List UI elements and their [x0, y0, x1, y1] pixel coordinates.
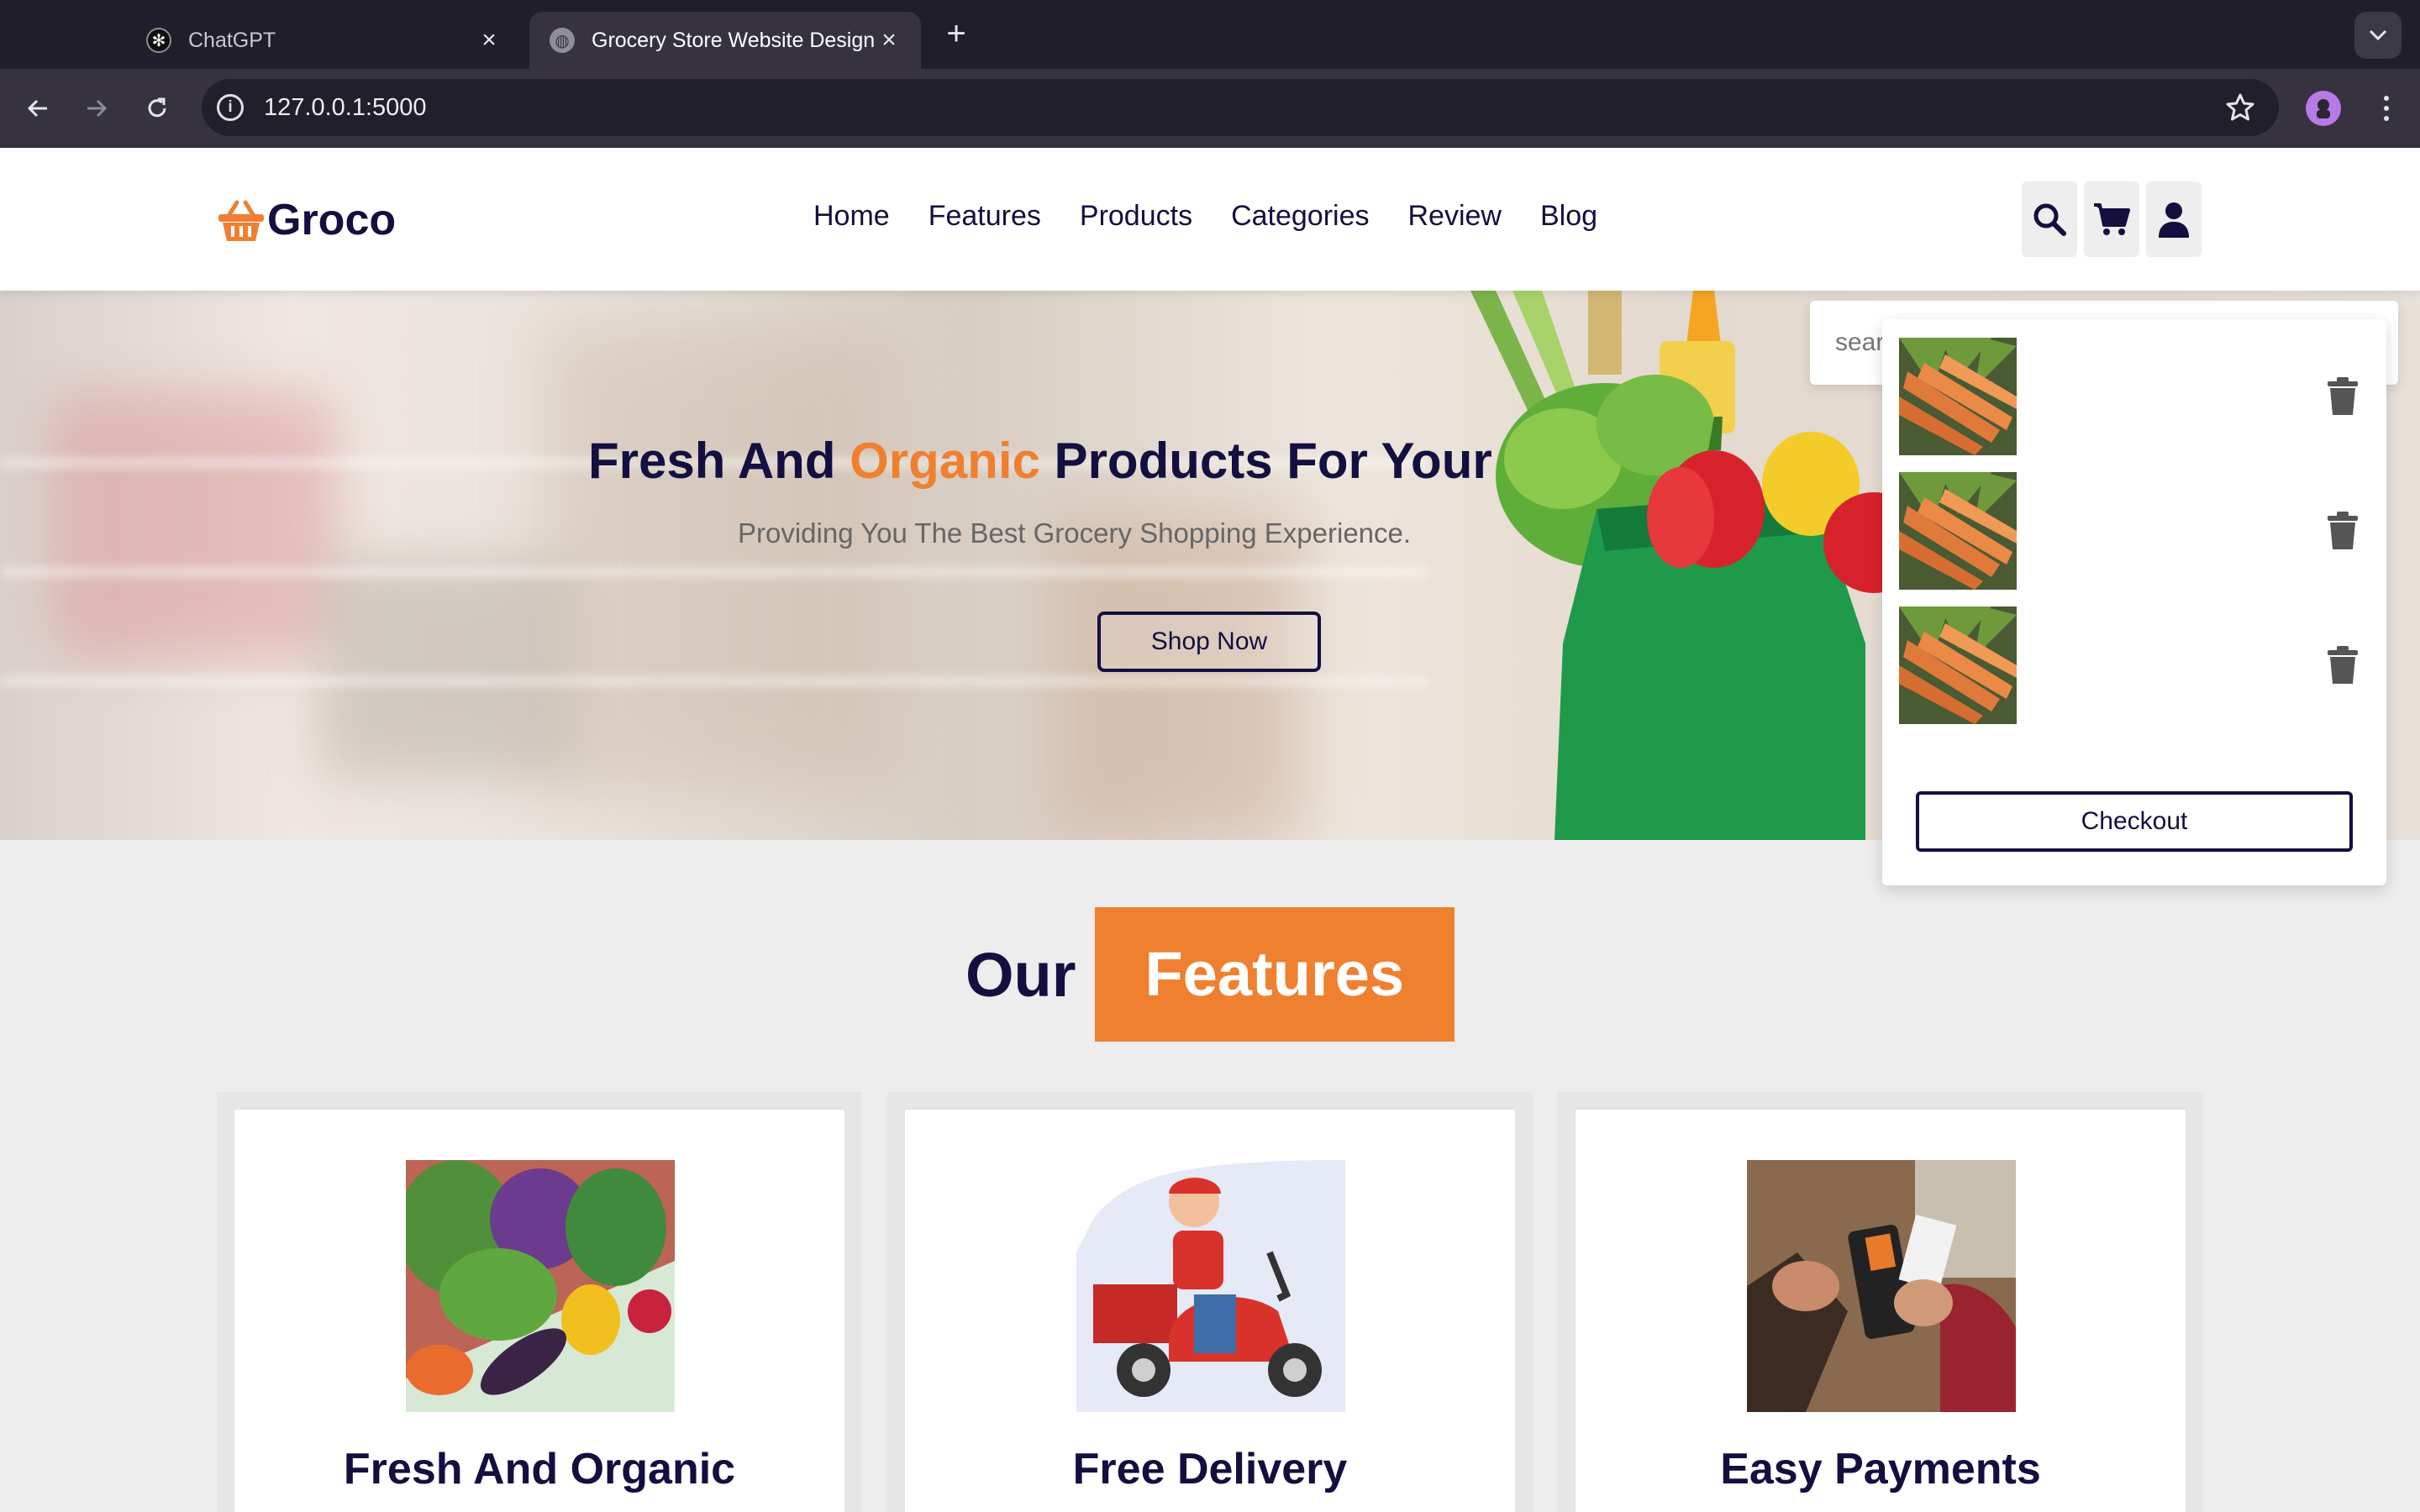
- close-tab-icon[interactable]: ×: [477, 28, 501, 53]
- browser-menu-icon[interactable]: [2370, 89, 2403, 128]
- features-heading-plain: Our: [965, 939, 1076, 1010]
- nav-features[interactable]: Features: [929, 200, 1041, 233]
- search-button[interactable]: [2022, 181, 2077, 257]
- address-bar[interactable]: i 127.0.0.1:5000: [202, 79, 2279, 136]
- scooter-courier-image: [1076, 1160, 1345, 1412]
- cart-item: [1899, 588, 2370, 724]
- features-heading-highlight: Features: [1094, 907, 1455, 1042]
- close-tab-icon[interactable]: ×: [877, 28, 901, 53]
- nav-categories[interactable]: Categories: [1231, 200, 1369, 233]
- site-info-icon[interactable]: i: [217, 94, 244, 121]
- nav-products[interactable]: Products: [1080, 200, 1192, 233]
- main-navigation: Home Features Products Categories Review…: [813, 200, 1597, 233]
- checkout-button[interactable]: Checkout: [1916, 791, 2353, 852]
- bookmark-star-icon[interactable]: [2223, 91, 2257, 124]
- hero-heading-part: Fresh And: [588, 433, 850, 489]
- feature-card-title: Free Delivery: [1072, 1445, 1348, 1494]
- feature-card-fresh: Fresh And Organic: [234, 1109, 845, 1512]
- basket-logo-icon: [218, 200, 264, 241]
- search-icon: [2033, 203, 2066, 236]
- cart-icon: [2094, 203, 2130, 235]
- trash-icon[interactable]: [2326, 511, 2360, 551]
- carrots-image: [1899, 472, 2017, 590]
- feature-card-delivery: Free Delivery: [904, 1109, 1516, 1512]
- feature-card-title: Fresh And Organic: [343, 1445, 736, 1494]
- reload-icon[interactable]: [136, 87, 178, 129]
- carrots-image: [1899, 338, 2017, 455]
- hero-heading: Fresh And Organic Products For Your: [588, 432, 1492, 490]
- features-heading: Our Features: [0, 907, 2420, 1042]
- user-button[interactable]: [2146, 181, 2202, 257]
- new-tab-plus-icon[interactable]: +: [939, 15, 973, 52]
- cart-button[interactable]: [2084, 181, 2139, 257]
- cart-item: [1899, 319, 2370, 455]
- tab-title: Grocery Store Website Design: [592, 28, 876, 52]
- nav-blog[interactable]: Blog: [1540, 200, 1597, 233]
- logo[interactable]: Groco: [217, 195, 396, 245]
- hero-heading-accent: Organic: [850, 433, 1040, 489]
- tab-search-chevron-down-icon[interactable]: [2354, 12, 2402, 59]
- header-actions: [2022, 181, 2202, 257]
- tab-title: ChatGPT: [188, 28, 276, 52]
- browser-toolbar: i 127.0.0.1:5000: [0, 69, 2420, 148]
- globe-favicon-icon: ◍: [550, 28, 575, 53]
- browser-tab-bar: ✻ ChatGPT × ◍ Grocery Store Website Desi…: [0, 0, 2420, 69]
- card-payment-image: [1747, 1160, 2016, 1412]
- nav-review[interactable]: Review: [1408, 200, 1502, 233]
- user-icon: [2159, 202, 2189, 238]
- feature-card-payments: Easy Payments: [1575, 1109, 2186, 1512]
- site-header: Groco Home Features Products Categories …: [0, 148, 2420, 291]
- cart-dropdown: Checkout: [1882, 319, 2386, 885]
- shop-now-button[interactable]: Shop Now: [1097, 612, 1321, 672]
- trash-icon[interactable]: [2326, 376, 2360, 417]
- browser-tab-chatgpt[interactable]: ✻ ChatGPT ×: [126, 12, 521, 69]
- profile-avatar[interactable]: [2306, 91, 2341, 126]
- chatgpt-favicon-icon: ✻: [146, 28, 171, 53]
- feature-card-title: Easy Payments: [1720, 1445, 2041, 1494]
- cart-item: [1899, 454, 2370, 590]
- back-arrow-icon[interactable]: [17, 87, 59, 129]
- forward-arrow-icon[interactable]: [76, 87, 118, 129]
- url-text: 127.0.0.1:5000: [264, 94, 427, 121]
- nav-home[interactable]: Home: [813, 200, 890, 233]
- vegetable-crate-image: [406, 1160, 675, 1412]
- hero-heading-part: Products For Your: [1039, 433, 1492, 489]
- trash-icon[interactable]: [2326, 645, 2360, 685]
- brand-name: Groco: [267, 196, 397, 244]
- hero-subtitle: Providing You The Best Grocery Shopping …: [738, 517, 1412, 549]
- browser-tab-grocery[interactable]: ◍ Grocery Store Website Design ×: [529, 12, 921, 69]
- carrots-image: [1899, 606, 2017, 724]
